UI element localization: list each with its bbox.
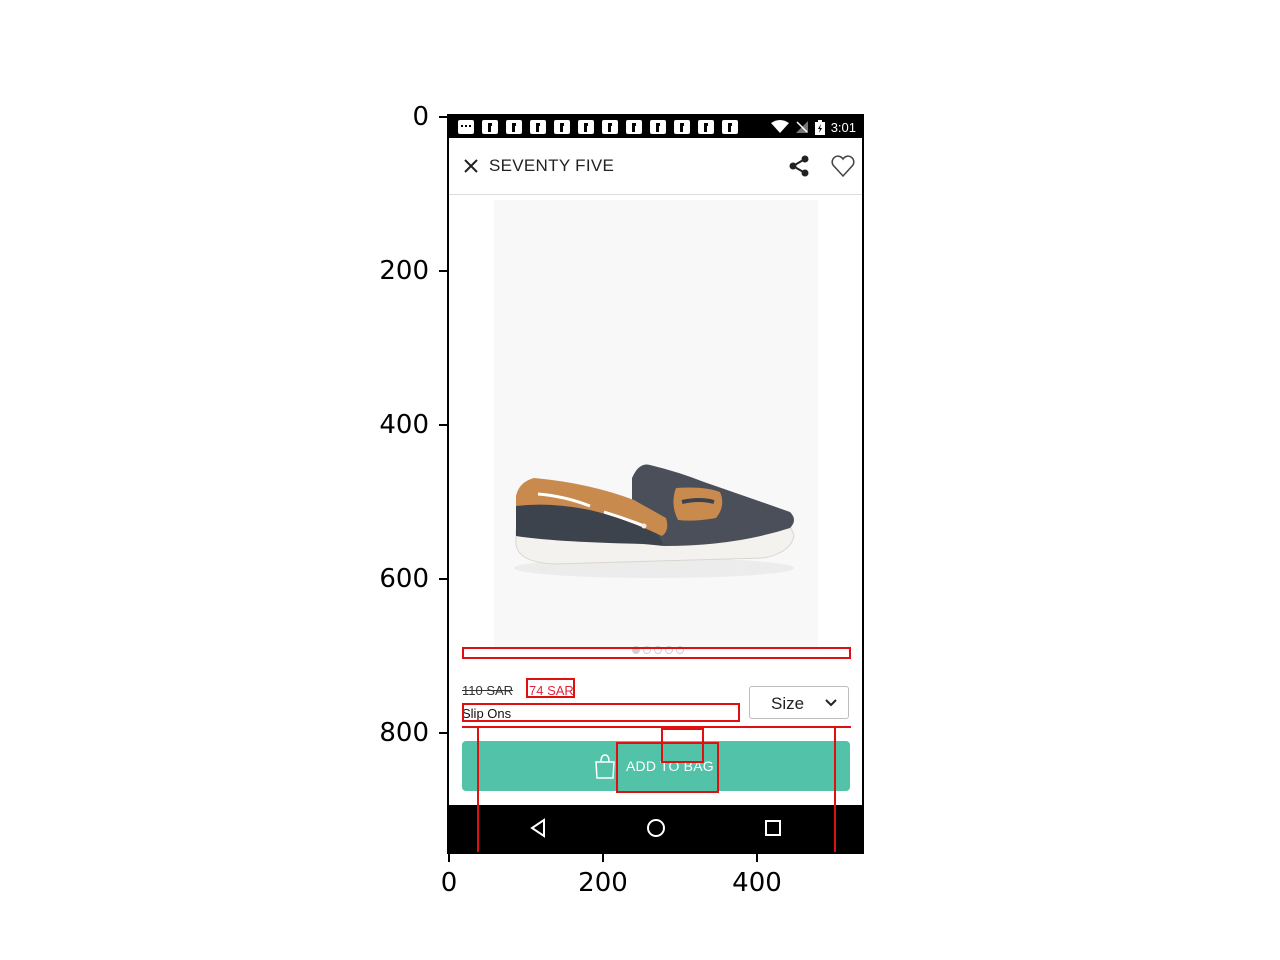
share-button[interactable]	[785, 152, 813, 180]
x-tick-label: 400	[732, 868, 782, 898]
pager-dot[interactable]	[676, 646, 684, 654]
size-select-label: Size	[771, 694, 805, 713]
facebook-icon	[482, 120, 498, 134]
x-tick	[602, 854, 604, 862]
facebook-icon	[578, 120, 594, 134]
home-icon	[647, 819, 665, 837]
y-tick-label: 200	[379, 256, 429, 286]
facebook-icon	[674, 120, 690, 134]
x-tick	[756, 854, 758, 862]
product-name: Slip Ons	[462, 706, 512, 721]
y-tick	[439, 270, 447, 272]
sale-price: 74 SAR	[529, 683, 574, 698]
facebook-icon	[554, 120, 570, 134]
x-tick-label: 200	[578, 868, 628, 898]
battery-charging-icon	[814, 119, 825, 135]
pager-dot[interactable]	[665, 646, 673, 654]
app-header: SEVENTY FIVE	[449, 138, 862, 195]
recents-button[interactable]	[762, 817, 784, 839]
y-tick-label: 0	[412, 102, 429, 132]
back-button[interactable]	[528, 817, 550, 839]
status-bar: 3:01	[449, 116, 862, 138]
share-icon	[789, 155, 809, 177]
y-tick-label: 600	[379, 564, 429, 594]
facebook-icon	[506, 120, 522, 134]
wifi-icon	[770, 120, 789, 133]
system-nav-bar	[449, 805, 862, 852]
add-to-bag-button[interactable]: ADD TO BAG	[462, 741, 850, 791]
home-button[interactable]	[645, 817, 667, 839]
y-tick	[439, 424, 447, 426]
y-tick	[439, 732, 447, 734]
facebook-icon	[530, 120, 546, 134]
status-time: 3:01	[830, 119, 856, 135]
x-tick	[448, 854, 450, 862]
pager-dot[interactable]	[643, 646, 651, 654]
y-tick-label: 400	[379, 410, 429, 440]
close-icon	[464, 159, 478, 173]
original-price: 110 SAR	[462, 683, 514, 698]
size-select[interactable]: Size	[749, 686, 849, 719]
y-tick-label: 800	[379, 718, 429, 748]
facebook-icon	[698, 120, 714, 134]
pager-dot[interactable]	[654, 646, 662, 654]
shopping-bag-icon	[595, 754, 615, 779]
status-right: 3:01	[770, 119, 856, 135]
y-tick	[439, 116, 447, 118]
y-tick	[439, 578, 447, 580]
product-image[interactable]	[494, 200, 818, 650]
phone-screen: 3:01 SEVENTY FIVE 110 SAR 74 SAR Slip On…	[449, 116, 862, 852]
notification-icons	[458, 120, 738, 134]
no-signal-icon	[795, 121, 808, 133]
facebook-icon	[602, 120, 618, 134]
wishlist-button[interactable]	[829, 152, 857, 180]
add-to-bag-label: ADD TO BAG	[626, 758, 714, 774]
page-title: SEVENTY FIVE	[489, 156, 615, 175]
facebook-icon	[626, 120, 642, 134]
close-button[interactable]	[457, 152, 485, 180]
back-icon	[530, 818, 545, 838]
heart-icon	[831, 155, 855, 178]
facebook-icon	[722, 120, 738, 134]
x-tick-label: 0	[440, 868, 458, 898]
pager-dot[interactable]	[632, 646, 640, 654]
chevron-down-icon	[825, 699, 837, 707]
message-icon	[458, 120, 474, 134]
image-pager[interactable]	[632, 646, 684, 654]
facebook-icon	[650, 120, 666, 134]
shoe-image	[514, 464, 795, 578]
recents-icon	[765, 820, 781, 836]
